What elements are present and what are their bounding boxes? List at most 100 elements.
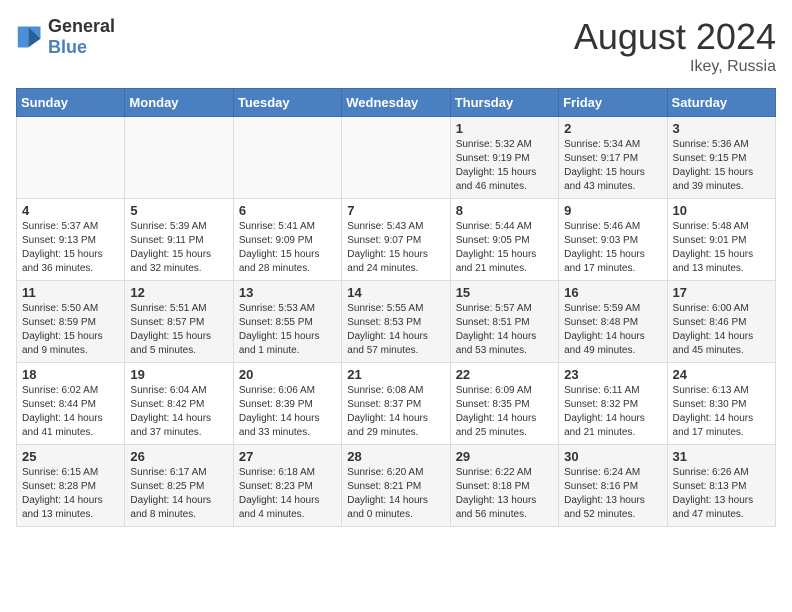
day-number: 24 — [673, 367, 770, 382]
week-row-3: 11 Sunrise: 5:50 AMSunset: 8:59 PMDaylig… — [17, 281, 776, 363]
day-number: 6 — [239, 203, 336, 218]
title-block: August 2024 Ikey, Russia — [574, 16, 776, 76]
day-info: Sunrise: 6:08 AMSunset: 8:37 PMDaylight:… — [347, 384, 444, 440]
calendar-cell: 19 Sunrise: 6:04 AMSunset: 8:42 PMDaylig… — [125, 363, 233, 445]
day-number: 7 — [347, 203, 444, 218]
calendar-cell: 15 Sunrise: 5:57 AMSunset: 8:51 PMDaylig… — [450, 281, 558, 363]
logo: General Blue — [16, 16, 115, 58]
day-info: Sunrise: 6:04 AMSunset: 8:42 PMDaylight:… — [130, 384, 227, 440]
calendar-cell: 13 Sunrise: 5:53 AMSunset: 8:55 PMDaylig… — [233, 281, 341, 363]
day-info: Sunrise: 5:48 AMSunset: 9:01 PMDaylight:… — [673, 220, 770, 276]
calendar-cell: 16 Sunrise: 5:59 AMSunset: 8:48 PMDaylig… — [559, 281, 667, 363]
day-number: 11 — [22, 285, 119, 300]
calendar-cell: 8 Sunrise: 5:44 AMSunset: 9:05 PMDayligh… — [450, 199, 558, 281]
page-header: General Blue August 2024 Ikey, Russia — [16, 16, 776, 76]
weekday-header-saturday: Saturday — [667, 89, 775, 117]
day-info: Sunrise: 5:55 AMSunset: 8:53 PMDaylight:… — [347, 302, 444, 358]
day-info: Sunrise: 6:18 AMSunset: 8:23 PMDaylight:… — [239, 466, 336, 522]
day-number: 3 — [673, 121, 770, 136]
day-number: 26 — [130, 449, 227, 464]
day-info: Sunrise: 5:44 AMSunset: 9:05 PMDaylight:… — [456, 220, 553, 276]
day-info: Sunrise: 6:11 AMSunset: 8:32 PMDaylight:… — [564, 384, 661, 440]
weekday-header-thursday: Thursday — [450, 89, 558, 117]
logo-text: General Blue — [48, 16, 115, 58]
day-info: Sunrise: 6:24 AMSunset: 8:16 PMDaylight:… — [564, 466, 661, 522]
location: Ikey, Russia — [574, 58, 776, 76]
calendar-cell: 3 Sunrise: 5:36 AMSunset: 9:15 PMDayligh… — [667, 117, 775, 199]
calendar-cell: 25 Sunrise: 6:15 AMSunset: 8:28 PMDaylig… — [17, 445, 125, 527]
calendar-cell: 27 Sunrise: 6:18 AMSunset: 8:23 PMDaylig… — [233, 445, 341, 527]
day-info: Sunrise: 5:39 AMSunset: 9:11 PMDaylight:… — [130, 220, 227, 276]
month-title: August 2024 — [574, 16, 776, 58]
calendar-cell — [125, 117, 233, 199]
calendar-cell: 29 Sunrise: 6:22 AMSunset: 8:18 PMDaylig… — [450, 445, 558, 527]
calendar-cell: 4 Sunrise: 5:37 AMSunset: 9:13 PMDayligh… — [17, 199, 125, 281]
calendar-cell — [342, 117, 450, 199]
day-number: 16 — [564, 285, 661, 300]
day-number: 9 — [564, 203, 661, 218]
logo-icon — [16, 23, 44, 51]
calendar-cell — [233, 117, 341, 199]
day-info: Sunrise: 6:15 AMSunset: 8:28 PMDaylight:… — [22, 466, 119, 522]
calendar-cell: 10 Sunrise: 5:48 AMSunset: 9:01 PMDaylig… — [667, 199, 775, 281]
day-number: 30 — [564, 449, 661, 464]
calendar-cell: 28 Sunrise: 6:20 AMSunset: 8:21 PMDaylig… — [342, 445, 450, 527]
day-info: Sunrise: 6:22 AMSunset: 8:18 PMDaylight:… — [456, 466, 553, 522]
calendar-cell: 22 Sunrise: 6:09 AMSunset: 8:35 PMDaylig… — [450, 363, 558, 445]
calendar-cell: 26 Sunrise: 6:17 AMSunset: 8:25 PMDaylig… — [125, 445, 233, 527]
calendar-cell: 7 Sunrise: 5:43 AMSunset: 9:07 PMDayligh… — [342, 199, 450, 281]
calendar-cell — [17, 117, 125, 199]
day-number: 2 — [564, 121, 661, 136]
day-number: 29 — [456, 449, 553, 464]
calendar-cell: 18 Sunrise: 6:02 AMSunset: 8:44 PMDaylig… — [17, 363, 125, 445]
day-info: Sunrise: 5:32 AMSunset: 9:19 PMDaylight:… — [456, 138, 553, 194]
day-number: 8 — [456, 203, 553, 218]
day-info: Sunrise: 6:17 AMSunset: 8:25 PMDaylight:… — [130, 466, 227, 522]
calendar-cell: 12 Sunrise: 5:51 AMSunset: 8:57 PMDaylig… — [125, 281, 233, 363]
day-number: 28 — [347, 449, 444, 464]
calendar-cell: 5 Sunrise: 5:39 AMSunset: 9:11 PMDayligh… — [125, 199, 233, 281]
weekday-header-sunday: Sunday — [17, 89, 125, 117]
day-info: Sunrise: 6:02 AMSunset: 8:44 PMDaylight:… — [22, 384, 119, 440]
day-number: 27 — [239, 449, 336, 464]
day-number: 19 — [130, 367, 227, 382]
day-info: Sunrise: 5:37 AMSunset: 9:13 PMDaylight:… — [22, 220, 119, 276]
weekday-header-monday: Monday — [125, 89, 233, 117]
day-number: 10 — [673, 203, 770, 218]
calendar-cell: 20 Sunrise: 6:06 AMSunset: 8:39 PMDaylig… — [233, 363, 341, 445]
calendar-table: SundayMondayTuesdayWednesdayThursdayFrid… — [16, 88, 776, 527]
day-number: 17 — [673, 285, 770, 300]
day-info: Sunrise: 5:43 AMSunset: 9:07 PMDaylight:… — [347, 220, 444, 276]
day-info: Sunrise: 5:36 AMSunset: 9:15 PMDaylight:… — [673, 138, 770, 194]
day-info: Sunrise: 6:00 AMSunset: 8:46 PMDaylight:… — [673, 302, 770, 358]
calendar-cell: 31 Sunrise: 6:26 AMSunset: 8:13 PMDaylig… — [667, 445, 775, 527]
day-info: Sunrise: 5:51 AMSunset: 8:57 PMDaylight:… — [130, 302, 227, 358]
day-info: Sunrise: 5:53 AMSunset: 8:55 PMDaylight:… — [239, 302, 336, 358]
day-number: 1 — [456, 121, 553, 136]
day-info: Sunrise: 6:26 AMSunset: 8:13 PMDaylight:… — [673, 466, 770, 522]
weekday-header-wednesday: Wednesday — [342, 89, 450, 117]
week-row-1: 1 Sunrise: 5:32 AMSunset: 9:19 PMDayligh… — [17, 117, 776, 199]
day-number: 4 — [22, 203, 119, 218]
weekday-header-tuesday: Tuesday — [233, 89, 341, 117]
calendar-cell: 23 Sunrise: 6:11 AMSunset: 8:32 PMDaylig… — [559, 363, 667, 445]
day-number: 25 — [22, 449, 119, 464]
day-info: Sunrise: 5:59 AMSunset: 8:48 PMDaylight:… — [564, 302, 661, 358]
day-info: Sunrise: 5:41 AMSunset: 9:09 PMDaylight:… — [239, 220, 336, 276]
calendar-cell: 2 Sunrise: 5:34 AMSunset: 9:17 PMDayligh… — [559, 117, 667, 199]
calendar-cell: 6 Sunrise: 5:41 AMSunset: 9:09 PMDayligh… — [233, 199, 341, 281]
calendar-cell: 9 Sunrise: 5:46 AMSunset: 9:03 PMDayligh… — [559, 199, 667, 281]
calendar-cell: 17 Sunrise: 6:00 AMSunset: 8:46 PMDaylig… — [667, 281, 775, 363]
calendar-cell: 24 Sunrise: 6:13 AMSunset: 8:30 PMDaylig… — [667, 363, 775, 445]
day-number: 23 — [564, 367, 661, 382]
week-row-5: 25 Sunrise: 6:15 AMSunset: 8:28 PMDaylig… — [17, 445, 776, 527]
day-info: Sunrise: 5:57 AMSunset: 8:51 PMDaylight:… — [456, 302, 553, 358]
weekday-header-row: SundayMondayTuesdayWednesdayThursdayFrid… — [17, 89, 776, 117]
day-info: Sunrise: 5:50 AMSunset: 8:59 PMDaylight:… — [22, 302, 119, 358]
day-number: 13 — [239, 285, 336, 300]
day-info: Sunrise: 6:20 AMSunset: 8:21 PMDaylight:… — [347, 466, 444, 522]
day-number: 31 — [673, 449, 770, 464]
day-number: 15 — [456, 285, 553, 300]
calendar-cell: 30 Sunrise: 6:24 AMSunset: 8:16 PMDaylig… — [559, 445, 667, 527]
day-info: Sunrise: 5:34 AMSunset: 9:17 PMDaylight:… — [564, 138, 661, 194]
